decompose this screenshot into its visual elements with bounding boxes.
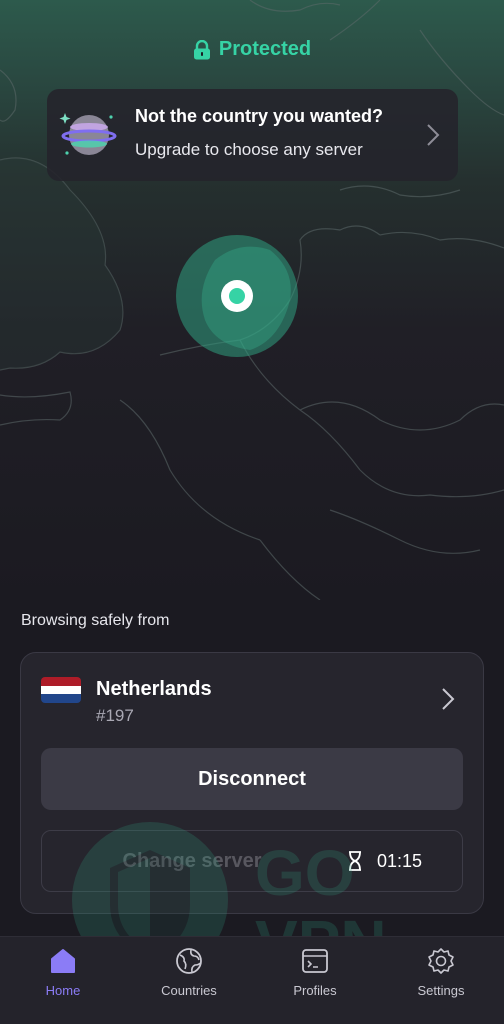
- gear-icon: [428, 948, 454, 974]
- server-number: #197: [96, 706, 134, 725]
- world-map: Protected Not the country you wanted? Up…: [0, 0, 504, 600]
- home-icon: [51, 949, 75, 973]
- change-server-button[interactable]: Change server: [42, 831, 342, 891]
- tab-home[interactable]: Home: [32, 937, 94, 1024]
- connection-card: Netherlands #197 Disconnect Change serve…: [20, 652, 484, 914]
- terminal-icon: [302, 949, 328, 973]
- banner-title: Not the country you wanted?: [135, 106, 384, 126]
- chevron-right-icon: [427, 124, 440, 146]
- tab-settings-label: Settings: [417, 983, 465, 998]
- chevron-right-icon[interactable]: [441, 687, 455, 711]
- globe-icon: [176, 948, 202, 974]
- bottom-tab-bar: Home Countries Profiles Settings: [0, 936, 504, 1024]
- lock-icon: [193, 39, 210, 59]
- browsing-heading: Browsing safely from: [21, 612, 170, 629]
- tab-home-label: Home: [45, 983, 81, 998]
- tab-settings[interactable]: Settings: [406, 937, 476, 1024]
- tab-profiles[interactable]: Profiles: [280, 937, 350, 1024]
- upgrade-banner[interactable]: Not the country you wanted? Upgrade to c…: [47, 89, 458, 181]
- status-text: Protected: [218, 38, 312, 60]
- banner-subtitle: Upgrade to choose any server: [135, 140, 363, 159]
- tab-countries-label: Countries: [161, 983, 217, 998]
- globe-icon: [59, 113, 117, 155]
- timer-text: 01:15: [376, 850, 422, 871]
- change-server-row: Change server 01:15: [41, 830, 463, 892]
- disconnect-button[interactable]: Disconnect: [41, 748, 463, 810]
- netherlands-flag-icon: [41, 677, 81, 703]
- tab-countries[interactable]: Countries: [150, 937, 228, 1024]
- connection-status: Protected: [0, 38, 504, 61]
- country-name[interactable]: Netherlands: [96, 678, 212, 701]
- hourglass-icon: [348, 851, 361, 871]
- change-server-timer: 01:15: [347, 831, 422, 891]
- tab-profiles-label: Profiles: [293, 983, 337, 998]
